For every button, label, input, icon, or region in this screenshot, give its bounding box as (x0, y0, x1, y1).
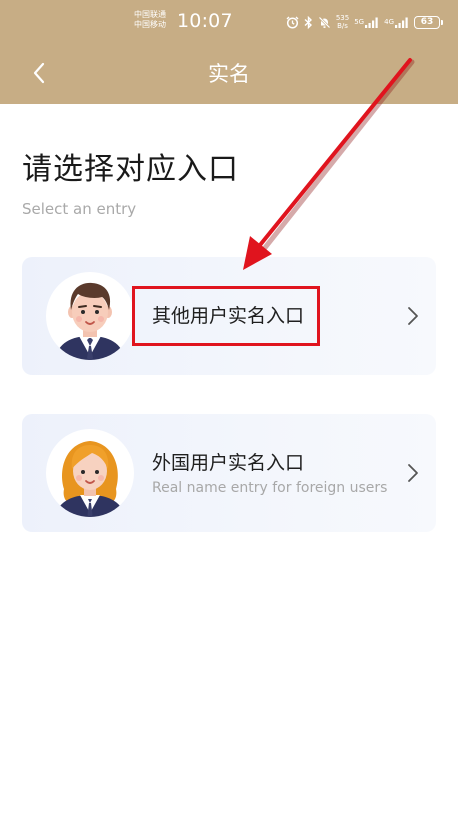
annotation-arrow-icon (243, 58, 415, 270)
entry-texts: 其他用户实名入口 (152, 257, 304, 375)
mute-icon (318, 16, 331, 29)
carrier-1: 中国联通 (134, 10, 166, 19)
signal-4g-icon: 4G (384, 17, 409, 28)
signal-5g-icon: 5G (354, 17, 379, 28)
carrier-2: 中国移动 (134, 20, 166, 29)
entry-card-foreign-users[interactable]: 外国用户实名入口 Real name entry for foreign use… (22, 414, 436, 532)
carrier-info: 中国联通 中国移动 (134, 10, 178, 30)
male-avatar-icon (46, 272, 134, 360)
nav-title: 实名 (208, 62, 250, 86)
battery-icon: 63 (414, 15, 443, 29)
status-bar: 中国联通 中国移动 10:07 535 B/s 5G 4G 63 (0, 0, 458, 42)
female-avatar-icon (46, 429, 134, 517)
alarm-icon (286, 16, 299, 29)
net-speed: 535 B/s (336, 14, 349, 30)
entry-title: 外国用户实名入口 (152, 451, 305, 474)
chevron-right-icon (408, 464, 418, 482)
status-time: 10:07 (177, 10, 233, 32)
page-title: 请选择对应入口 (22, 152, 239, 187)
entry-subtitle: Real name entry for foreign users (152, 479, 388, 496)
page-subtitle: Select an entry (22, 200, 137, 218)
screen: 中国联通 中国移动 10:07 535 B/s 5G 4G 63 实名 请选择对… (0, 0, 458, 820)
entry-title: 其他用户实名入口 (152, 305, 305, 327)
signal-4g-label: 4G (384, 18, 394, 26)
signal-5g-label: 5G (354, 18, 365, 26)
entry-texts: 外国用户实名入口 Real name entry for foreign use… (152, 414, 387, 532)
nav-bar: 实名 (0, 42, 458, 104)
net-speed-value: 535 (335, 14, 350, 22)
net-speed-unit: B/s (337, 22, 348, 30)
entry-card-other-users[interactable]: 其他用户实名入口 (22, 257, 436, 375)
bluetooth-icon (304, 15, 313, 29)
battery-level: 63 (420, 16, 434, 27)
status-icons: 535 B/s 5G 4G 63 (286, 12, 443, 32)
chevron-right-icon (408, 307, 418, 325)
